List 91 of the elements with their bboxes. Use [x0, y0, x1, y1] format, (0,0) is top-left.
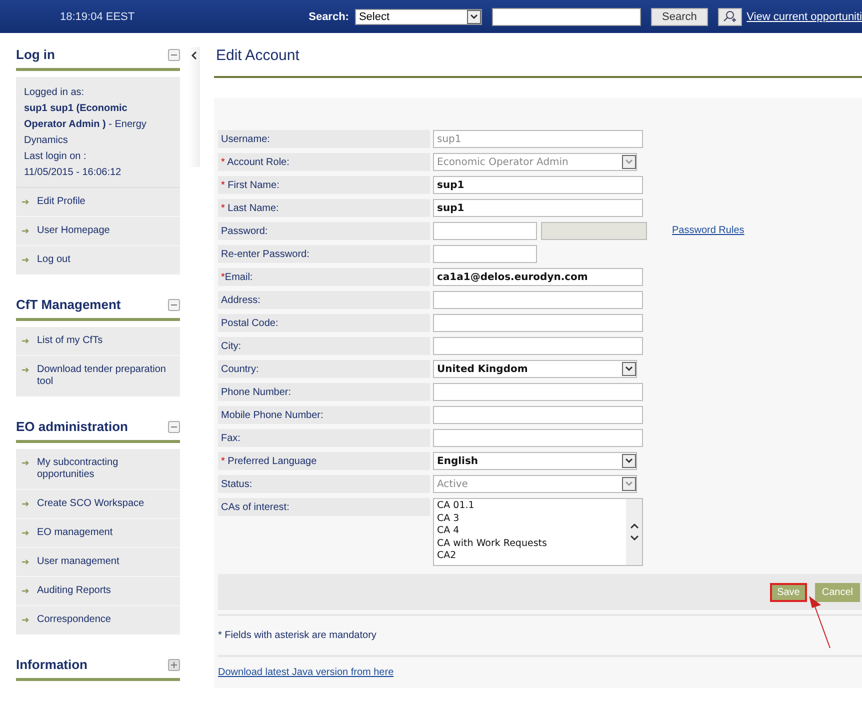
sidebar-link[interactable]: Edit Profile [16, 188, 180, 217]
collapse-toggle[interactable] [168, 658, 180, 670]
panel-title: CfT Management [16, 297, 121, 312]
chevron-down-icon[interactable] [630, 535, 638, 541]
chevron-down-icon [625, 481, 633, 487]
zoom-button[interactable] [718, 8, 742, 26]
arrow-right-icon [22, 227, 30, 235]
field-label: Address: [218, 291, 430, 309]
collapse-toggle[interactable] [168, 48, 180, 60]
sidebar-link[interactable]: Log out [16, 246, 180, 275]
chevron-up-icon[interactable] [630, 523, 638, 529]
minus-icon [171, 302, 177, 308]
panel-title: EO administration [16, 419, 128, 434]
password-field[interactable] [433, 245, 537, 263]
field-label: Re-enter Password: [218, 245, 430, 263]
password-field[interactable] [433, 222, 537, 240]
arrow-right-icon [22, 500, 30, 508]
arrow-right-icon [22, 366, 30, 374]
java-download-link[interactable]: Download latest Java version from here [218, 667, 394, 678]
arrow-right-icon [22, 529, 30, 537]
field-label: Username: [218, 130, 430, 148]
field-label: Country: [218, 360, 430, 378]
sidebar-link[interactable]: EO management [16, 519, 180, 548]
clock-time: 18:19:04 EEST [60, 10, 136, 22]
arrow-right-icon [22, 198, 30, 206]
search-button[interactable]: Search [651, 8, 708, 26]
text-field[interactable] [433, 291, 643, 309]
sidebar-link[interactable]: Create SCO Workspace [16, 490, 180, 519]
page-title: Edit Account [214, 47, 862, 78]
sidebar-link[interactable]: User Homepage [16, 217, 180, 246]
field-label: Status: [218, 475, 430, 493]
collapse-toggle[interactable] [168, 298, 180, 310]
dropdown-field[interactable]: United Kingdom [433, 360, 637, 378]
text-field[interactable]: sup1 [433, 199, 643, 217]
sidebar-link[interactable]: Download tender preparation tool [16, 356, 180, 397]
field-label: * Last Name: [218, 199, 430, 217]
view-opportunities-link[interactable]: View current opportuniti [746, 10, 862, 22]
text-field[interactable] [433, 429, 643, 447]
text-field[interactable]: sup1 [433, 176, 643, 194]
multi-select-list[interactable]: CA 01.1 CA 3 CA 4 CA with Work Requests CA2 [433, 498, 643, 566]
search-type-dropdown[interactable]: Select [354, 8, 482, 24]
list-option[interactable]: CA 01.1 [437, 500, 623, 512]
chevron-left-icon [191, 51, 197, 60]
field-label: Fax: [218, 429, 430, 447]
panel-title: Log in [16, 47, 55, 62]
sidebar-link[interactable]: Correspondence [16, 606, 180, 635]
sidebar-link[interactable]: My subcontracting opportunities [16, 449, 180, 490]
login-info: Logged in as: sup1 sup1 (Economic Operator Admin ) - Energy Dynamics Last login on : 11/05/2015 - 16:06:12 [16, 77, 180, 188]
chevron-down-icon [470, 14, 478, 20]
list-option[interactable]: CA with Work Requests [437, 538, 623, 550]
chevron-down-icon [625, 366, 633, 372]
field-label: * First Name: [218, 176, 430, 194]
password-rules-link[interactable]: Password Rules [672, 225, 744, 236]
text-field[interactable]: ca1a1@delos.eurodyn.com [433, 268, 643, 286]
field-label: City: [218, 337, 430, 355]
plus-icon [171, 662, 177, 668]
search-label: Search: [308, 10, 349, 22]
sidebar-link[interactable]: Auditing Reports [16, 577, 180, 606]
arrow-right-icon [22, 256, 30, 264]
field-label: Phone Number: [218, 383, 430, 401]
arrow-right-icon [22, 587, 30, 595]
field-label: * Preferred Language [218, 452, 430, 470]
minus-icon [171, 424, 177, 430]
list-option[interactable]: CA2 [437, 550, 623, 562]
text-field[interactable] [433, 406, 643, 424]
sidebar-link[interactable]: User management [16, 548, 180, 577]
text-field[interactable] [433, 337, 643, 355]
arrow-right-icon [22, 337, 30, 345]
minus-icon [171, 52, 177, 58]
panel-title: Information [16, 657, 88, 672]
field-label: CAs of interest: [218, 498, 430, 516]
collapse-sidebar-tab[interactable] [188, 47, 200, 167]
collapse-toggle[interactable] [168, 420, 180, 432]
text-field[interactable] [433, 383, 643, 401]
chevron-down-icon [625, 159, 633, 165]
mandatory-note: * Fields with asterisk are mandatory [218, 614, 862, 657]
arrow-right-icon [22, 616, 30, 624]
field-label: Mobile Phone Number: [218, 406, 430, 424]
field-label: Password: [218, 222, 430, 240]
search-field[interactable] [492, 8, 642, 26]
chevron-down-icon [625, 458, 633, 464]
list-option[interactable]: CA 3 [437, 512, 623, 525]
field-label: Postal Code: [218, 314, 430, 332]
sidebar-link[interactable]: List of my CfTs [16, 327, 180, 356]
dropdown-field[interactable]: English [433, 452, 637, 470]
list-option[interactable]: CA 4 [437, 525, 623, 538]
field-label: *Email: [218, 268, 430, 286]
field-label: * Account Role: [218, 153, 430, 171]
text-field[interactable] [433, 314, 643, 332]
arrow-right-icon [22, 459, 30, 467]
arrow-right-icon [22, 558, 30, 566]
